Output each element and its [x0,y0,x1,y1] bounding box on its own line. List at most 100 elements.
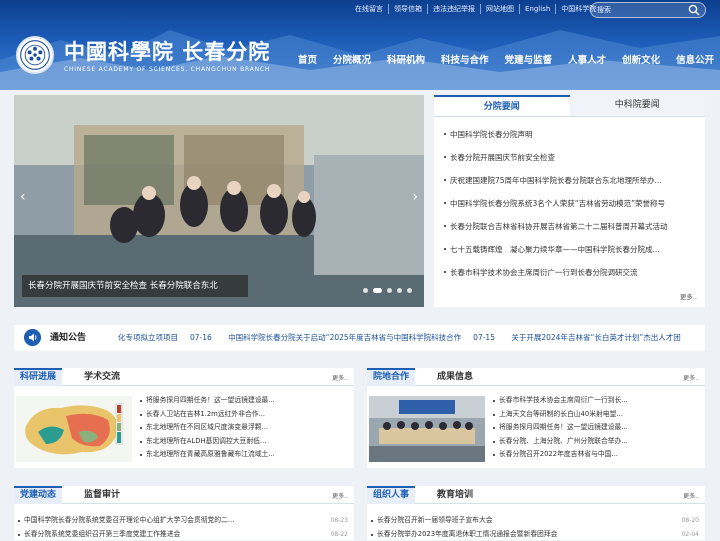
party-more-link[interactable]: 更多.. [332,491,348,500]
list-item[interactable]: 七十五载铸辉煌 凝心聚力续华章——中国科学院长春分院成... [444,238,697,261]
list-item-title: 长春分院召开新一届领导班子宣布大会 [377,514,493,528]
list-item[interactable]: 长春分院召开2022年度吉林省与中国... [493,448,697,462]
list-item-title: 长春分院举办2023年度离退休职工情况通报会暨新春团拜会 [377,528,557,541]
nav-home[interactable]: 首页 [290,52,325,66]
cooperation-box: 院地合作 成果信息 更多.. 长春市科学技术协会主席周衍广一行到长... 上海天… [367,368,705,468]
news-slider[interactable]: ‹ › 长春分院开展国庆节前安全检查 长春分院联合东北 [14,95,424,307]
nav-culture[interactable]: 创新文化 [614,52,668,66]
tab-cas-news[interactable]: 中科院要闻 [570,95,706,116]
notice-title: 通知公告 [50,325,86,351]
site-logo-title[interactable]: 中國科學院 长春分院 [64,36,270,66]
list-item[interactable]: 庆祝建国建院75周年中国科学院长春分院联合东北地理所举办... [444,169,697,192]
tab-education-training[interactable]: 教育培训 [437,486,473,504]
tab-supervision[interactable]: 监督审计 [84,486,120,504]
slider-dot[interactable] [407,288,412,293]
research-box-header: 科研进展 学术交流 更多.. [14,368,354,386]
slider-dots [363,288,412,293]
list-item[interactable]: 中国科学院长春分院声明 [444,123,697,146]
meeting-photo[interactable] [369,396,485,462]
list-item[interactable]: 东北地理所在ALDH基因调控大豆耐低... [140,435,346,449]
nav-party[interactable]: 党建与监督 [497,52,561,66]
list-item-date: 02-04 [682,528,699,541]
nav-disclosure[interactable]: 信息公开 [668,52,720,66]
list-item-date: 08-22 [331,528,348,541]
hr-box: 组织人事 教育培训 更多.. 长春分院召开新一届领导班子宣布大会 08-20 长春… [367,486,705,540]
news-list: 中国科学院长春分院声明 长春分院开展国庆节前安全检查 庆祝建国建院75周年中国科… [434,117,705,284]
list-item-title: 长春分院系统党委组织召开第三季度党建工作推进会 [24,528,180,541]
cooperation-more-link[interactable]: 更多.. [683,373,699,382]
notice-item[interactable]: 中国科学院长春分院关于启动“2025年度吉林省与中国科学院科技合作 [228,333,461,342]
nav-personnel[interactable]: 人事人才 [560,52,614,66]
tab-organization-personnel[interactable]: 组织人事 [367,486,415,504]
list-item[interactable]: 长春分院系统党委组织召开第三季度党建工作推进会 08-22 [18,528,348,541]
news-tabs: 分院要闻 中科院要闻 [434,95,705,117]
search-icon[interactable] [688,4,700,16]
list-item[interactable]: 长春人卫站在吉林1.2m远红外非合作... [140,408,346,422]
top-link-english[interactable]: English [520,4,556,14]
tab-achievements[interactable]: 成果信息 [437,368,473,386]
nav-institutes[interactable]: 科研机构 [379,52,433,66]
tab-research-progress[interactable]: 科研进展 [14,368,62,386]
slider-caption[interactable]: 长春分院开展国庆节前安全检查 长春分院联合东北 [22,275,248,297]
notice-date: 07-16 [190,333,212,342]
research-more-link[interactable]: 更多.. [332,373,348,382]
list-item[interactable]: 长春分院、上海分院、广州分院联合举办... [493,435,697,449]
cas-emblem-logo[interactable] [16,36,54,74]
list-item[interactable]: 东北地理所在青藏高原雅鲁藏布江流域土... [140,448,346,462]
party-list: 中国科学院长春分院系统党委召开理论中心组扩大学习会贯彻党的二... 08-23 长… [18,514,348,541]
research-map-image[interactable] [16,396,132,462]
tab-local-cooperation[interactable]: 院地合作 [367,368,415,386]
site-header: 在线留言 领导信箱 违法违纪举报 网站地图 English 中国科学院 中國科學… [0,0,720,90]
party-box: 党建动态 监督审计 更多.. 中国科学院长春分院系统党委召开理论中心组扩大学习会… [14,486,354,540]
slider-next-icon[interactable]: › [412,189,418,205]
slider-dot[interactable] [387,288,392,293]
notice-ticker: 化专项拟立项项目 07-16 中国科学院长春分院关于启动“2025年度吉林省与中国… [118,325,698,351]
hr-more-link[interactable]: 更多.. [683,491,699,500]
party-box-header: 党建动态 监督审计 更多.. [14,486,354,504]
slider-dot-active[interactable] [373,288,382,293]
list-item[interactable]: 中国科学院长春分院系统3名个人荣获“吉林省劳动模范”荣誉称号 [444,192,697,215]
top-link-mailbox[interactable]: 领导信箱 [389,4,428,14]
notice-date: 07-15 [473,333,495,342]
list-item[interactable]: 长春分院开展国庆节前安全检查 [444,146,697,169]
main-nav: 首页 分院概况 科研机构 科技与合作 党建与监督 人事人才 创新文化 信息公开 … [290,52,720,66]
list-item[interactable]: 长春市科学技术协会主席周衍广一行到长... [493,394,697,408]
hr-box-header: 组织人事 教育培训 更多.. [367,486,705,504]
tab-academic-exchange[interactable]: 学术交流 [84,368,120,386]
list-item[interactable]: 上海天文台等研制的长白山40米射电望... [493,408,697,422]
list-item[interactable]: 长春市科学技术协会主席周衍广一行到长春分院调研交流 [444,261,697,284]
top-link-sitemap[interactable]: 网站地图 [481,4,520,14]
list-item[interactable]: 将服务探月四期任务！这一望远镜建设最... [140,394,346,408]
cooperation-box-header: 院地合作 成果信息 更多.. [367,368,705,386]
nav-overview[interactable]: 分院概况 [325,52,379,66]
research-box: 科研进展 学术交流 更多.. 将服务探月四期任务！这一望远镜建设最... 长春人… [14,368,354,468]
list-item-date: 08-20 [682,514,699,528]
notice-bar: 通知公告 化专项拟立项项目 07-16 中国科学院长春分院关于启动“2025年度吉… [14,325,705,351]
news-more-link[interactable]: 更多.. [680,291,697,301]
top-links: 在线留言 领导信箱 违法违纪举报 网站地图 English 中国科学院 [350,4,601,14]
notice-item[interactable]: 关于开展2024年吉林省“长白英才计划”杰出人才团 [511,333,680,342]
search-input[interactable] [595,4,681,16]
list-item[interactable]: 中国科学院长春分院系统党委召开理论中心组扩大学习会贯彻党的二... 08-23 [18,514,348,528]
nav-cooperation[interactable]: 科技与合作 [433,52,497,66]
hr-list: 长春分院召开新一届领导班子宣布大会 08-20 长春分院举办2023年度离退休职工… [371,514,699,541]
list-item[interactable]: 长春分院联合吉林省科协开展吉林省第二十二届科普周开幕式活动 [444,215,697,238]
speaker-icon [24,329,41,346]
list-item[interactable]: 将服务探月四期任务！这一望远镜建设最... [493,421,697,435]
list-item[interactable]: 长春分院召开新一届领导班子宣布大会 08-20 [371,514,699,528]
search-box [590,2,706,18]
slider-dot[interactable] [397,288,402,293]
slider-dot[interactable] [363,288,368,293]
slider-prev-icon[interactable]: ‹ [20,189,26,205]
list-item-title: 中国科学院长春分院系统党委召开理论中心组扩大学习会贯彻党的二... [24,514,234,528]
top-link-message[interactable]: 在线留言 [350,4,389,14]
tab-branch-news[interactable]: 分院要闻 [434,95,570,116]
tab-party-news[interactable]: 党建动态 [14,486,62,504]
top-link-report[interactable]: 违法违纪举报 [428,4,481,14]
notice-item[interactable]: 化专项拟立项项目 [118,333,178,342]
cooperation-list: 长春市科学技术协会主席周衍广一行到长... 上海天文台等研制的长白山40米射电望… [493,394,697,462]
news-panel: 分院要闻 中科院要闻 中国科学院长春分院声明 长春分院开展国庆节前安全检查 庆祝… [434,95,705,307]
list-item-date: 08-23 [331,514,348,528]
list-item[interactable]: 东北地理所在不同区域尺度演变悬浮颗... [140,421,346,435]
list-item[interactable]: 长春分院举办2023年度离退休职工情况通报会暨新春团拜会 02-04 [371,528,699,541]
